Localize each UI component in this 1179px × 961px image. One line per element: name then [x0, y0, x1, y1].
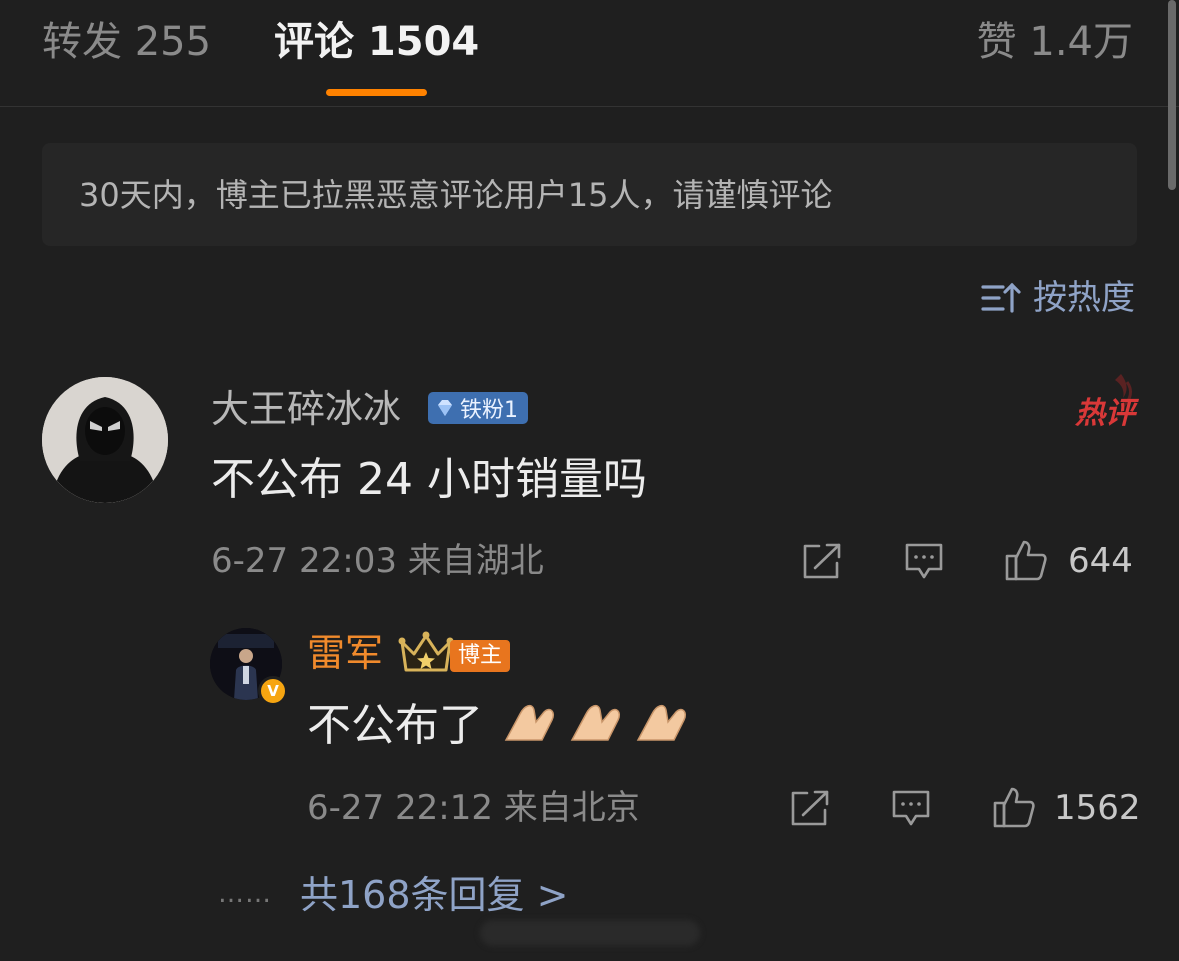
share-icon [803, 543, 841, 579]
more-replies-dots: …… [218, 879, 272, 909]
notice-text: 30天内，博主已拉黑恶意评论用户15人，请谨慎评论 [79, 176, 833, 214]
fan-badge[interactable]: 铁粉1 [428, 392, 528, 424]
reply-meta: 6-27 22:12 来自北京 [307, 788, 640, 828]
reply-username[interactable]: 雷军 [307, 630, 383, 676]
hot-comment-badge: 热评 [1057, 372, 1137, 431]
pinch-hands-emoji [504, 704, 687, 741]
thumbs-up-icon [1005, 540, 1047, 581]
hot-badge-label: 热评 [1075, 396, 1135, 431]
diamond-icon [438, 400, 452, 416]
tab-bar: 转发 255 评论 1504 赞 1.4万 [0, 0, 1179, 107]
avatar-image [42, 377, 168, 503]
reply-comment-button[interactable] [890, 788, 932, 828]
like-button[interactable] [1004, 538, 1048, 582]
author-badge: 博主 [450, 640, 511, 672]
share-button[interactable] [801, 541, 843, 581]
comment-meta: 6-27 22:03 来自湖北 [211, 541, 544, 581]
comment-icon [892, 790, 930, 826]
more-replies-link[interactable]: 共168条回复 > [300, 873, 568, 917]
tab-comments[interactable]: 评论 1504 [274, 16, 479, 68]
like-count: 644 [1068, 541, 1133, 581]
comment-text: 不公布 24 小时销量吗 [211, 454, 647, 505]
fan-badge-label: 铁粉1 [460, 398, 518, 423]
share-icon [791, 790, 829, 826]
comment-icon [905, 543, 943, 579]
reply-like-count: 1562 [1054, 788, 1141, 828]
sort-icon [981, 282, 1021, 313]
thumbs-up-icon [993, 787, 1035, 828]
cropped-content [480, 920, 700, 946]
moderation-notice: 30天内，博主已拉黑恶意评论用户15人，请谨慎评论 [42, 143, 1137, 246]
reply-like-button[interactable] [992, 785, 1036, 829]
active-tab-indicator [326, 89, 427, 96]
avatar[interactable] [42, 377, 168, 503]
comment-username[interactable]: 大王碎冰冰 [211, 386, 401, 432]
tab-likes[interactable]: 赞 1.4万 [977, 16, 1133, 68]
more-replies[interactable]: …… 共168条回复 > [218, 870, 568, 919]
tab-reposts[interactable]: 转发 255 [42, 16, 211, 68]
scrollbar[interactable] [1168, 0, 1176, 190]
reply-button[interactable] [903, 541, 945, 581]
sort-button[interactable]: 按热度 [981, 276, 1135, 320]
crown-icon [398, 631, 454, 672]
sort-label: 按热度 [1033, 278, 1135, 318]
reply-text: 不公布了 [307, 700, 483, 751]
verified-badge: V [258, 676, 288, 706]
reply-share-button[interactable] [789, 788, 831, 828]
